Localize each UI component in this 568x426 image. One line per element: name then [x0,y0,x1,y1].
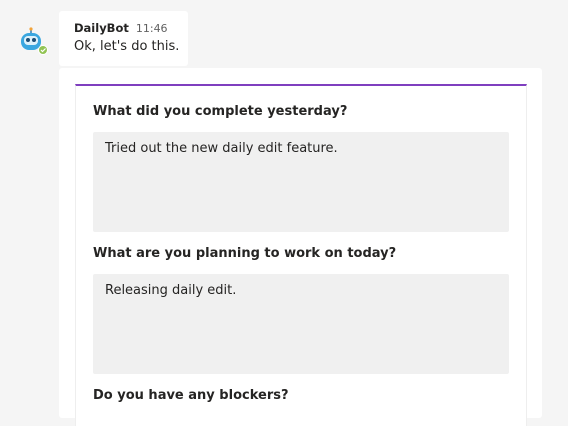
answer-field-yesterday[interactable]: Tried out the new daily edit feature. [93,132,509,232]
message-text: Ok, let's do this. [74,39,180,54]
robot-icon [21,27,48,55]
status-available-icon [39,46,47,54]
message-header: DailyBot 11:46 [74,21,168,35]
question-label-yesterday: What did you complete yesterday? [93,104,348,119]
adaptive-card-message: What did you complete yesterday? Tried o… [59,68,542,426]
sender-name[interactable]: DailyBot [74,21,129,35]
standup-card: What did you complete yesterday? Tried o… [75,84,527,426]
chat-message[interactable]: DailyBot 11:46 Ok, let's do this. [59,11,188,66]
answer-text-yesterday: Tried out the new daily edit feature. [105,141,338,156]
bot-avatar[interactable] [18,26,50,56]
answer-text-today: Releasing daily edit. [105,283,237,298]
answer-field-today[interactable]: Releasing daily edit. [93,274,509,374]
message-timestamp: 11:46 [135,22,168,35]
question-label-blockers: Do you have any blockers? [93,388,289,403]
question-label-today: What are you planning to work on today? [93,246,397,261]
